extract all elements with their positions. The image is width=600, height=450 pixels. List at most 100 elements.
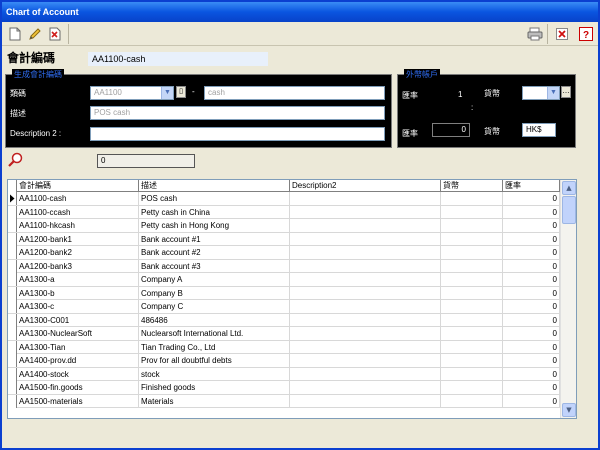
cell-description[interactable]: Finished goods: [139, 381, 290, 394]
col-header-rate[interactable]: 匯率: [503, 180, 560, 192]
currency-combo[interactable]: ▼: [522, 86, 560, 100]
cell-currency[interactable]: [441, 327, 503, 340]
row-indicator[interactable]: [8, 286, 17, 300]
cell-account-code[interactable]: AA1100-cash: [17, 192, 139, 205]
cell-rate[interactable]: 0: [503, 205, 560, 219]
cell-account-code[interactable]: AA1200-bank1: [17, 232, 139, 246]
cell-description[interactable]: Company A: [139, 273, 290, 286]
cell-rate[interactable]: 0: [503, 327, 560, 340]
col-header-description2[interactable]: Description2: [290, 180, 441, 192]
pencil-icon[interactable]: [26, 25, 44, 43]
close-icon[interactable]: [553, 25, 571, 43]
cell-account-code[interactable]: AA1300-C001: [17, 313, 139, 327]
new-document-icon[interactable]: [6, 25, 24, 43]
cell-description[interactable]: Bank account #1: [139, 232, 290, 246]
cell-rate[interactable]: 0: [503, 219, 560, 232]
table-row[interactable]: AA1200-bank1 Bank account #1 0: [8, 232, 560, 246]
cell-description[interactable]: Bank account #2: [139, 246, 290, 259]
cell-account-code[interactable]: AA1100-hkcash: [17, 219, 139, 232]
row-indicator[interactable]: [8, 367, 17, 381]
print-icon[interactable]: [526, 25, 544, 43]
cell-description[interactable]: Materials: [139, 394, 290, 408]
row-indicator[interactable]: [8, 327, 17, 340]
cell-description[interactable]: Nuclearsoft International Ltd.: [139, 327, 290, 340]
cell-description[interactable]: POS cash: [139, 192, 290, 205]
scroll-down-icon[interactable]: ▼: [562, 403, 576, 417]
cell-rate[interactable]: 0: [503, 313, 560, 327]
row-indicator[interactable]: [8, 394, 17, 408]
cell-account-code[interactable]: AA1300-b: [17, 286, 139, 300]
table-row[interactable]: AA1100-ccash Petty cash in China 0: [8, 205, 560, 219]
table-row[interactable]: AA1500-materials Materials 0: [8, 394, 560, 408]
currency-browse-button[interactable]: …: [561, 86, 571, 98]
cell-description[interactable]: Company C: [139, 300, 290, 313]
cell-rate[interactable]: 0: [503, 394, 560, 408]
cell-description2[interactable]: [290, 313, 441, 327]
cell-account-code[interactable]: AA1300-a: [17, 273, 139, 286]
scroll-up-icon[interactable]: ▲: [562, 181, 576, 195]
table-row[interactable]: AA1300-Tian Tian Trading Co., Ltd 0: [8, 340, 560, 354]
cell-description[interactable]: Tian Trading Co., Ltd: [139, 340, 290, 354]
cell-description[interactable]: Company B: [139, 286, 290, 300]
chevron-down-icon[interactable]: ▼: [161, 87, 173, 99]
table-row[interactable]: AA1200-bank2 Bank account #2 0: [8, 246, 560, 260]
cell-description2[interactable]: [290, 192, 441, 205]
cell-description[interactable]: Petty cash in China: [139, 205, 290, 219]
cell-account-code[interactable]: AA1500-fin.goods: [17, 381, 139, 394]
cell-currency[interactable]: [441, 259, 503, 273]
current-row-indicator-icon[interactable]: [8, 192, 17, 205]
scroll-thumb[interactable]: [562, 196, 576, 224]
col-header-currency[interactable]: 貨幣: [441, 180, 503, 192]
table-row[interactable]: AA1400-stock stock 0: [8, 367, 560, 381]
cell-rate[interactable]: 0: [503, 273, 560, 286]
cell-rate[interactable]: 0: [503, 259, 560, 273]
browse-button[interactable]: ▯: [176, 86, 186, 98]
cell-description2[interactable]: [290, 394, 441, 408]
cell-rate[interactable]: 0: [503, 354, 560, 367]
cell-description[interactable]: Bank account #3: [139, 259, 290, 273]
cell-description2[interactable]: [290, 381, 441, 394]
cell-description[interactable]: 486486: [139, 313, 290, 327]
row-indicator[interactable]: [8, 300, 17, 313]
help-icon[interactable]: ?: [577, 25, 595, 43]
cell-currency[interactable]: [441, 205, 503, 219]
table-row[interactable]: AA1500-fin.goods Finished goods 0: [8, 381, 560, 395]
description2-field[interactable]: [90, 127, 385, 141]
vertical-scrollbar[interactable]: ▲ ▼: [560, 180, 576, 418]
cell-description2[interactable]: [290, 246, 441, 259]
currency-field[interactable]: HK$: [522, 123, 556, 137]
row-indicator[interactable]: [8, 259, 17, 273]
table-row[interactable]: AA1300-C001 486486 0: [8, 313, 560, 327]
cell-account-code[interactable]: AA1100-ccash: [17, 205, 139, 219]
col-header-account-code[interactable]: 會計編碼: [17, 180, 139, 192]
row-indicator[interactable]: [8, 205, 17, 219]
cell-description2[interactable]: [290, 327, 441, 340]
cell-account-code[interactable]: AA1500-materials: [17, 394, 139, 408]
table-row[interactable]: AA1100-hkcash Petty cash in Hong Kong 0: [8, 219, 560, 233]
cell-description2[interactable]: [290, 286, 441, 300]
table-row[interactable]: AA1300-c Company C 0: [8, 300, 560, 314]
cell-description2[interactable]: [290, 259, 441, 273]
row-indicator[interactable]: [8, 313, 17, 327]
search-input[interactable]: 0: [97, 154, 195, 168]
cell-currency[interactable]: [441, 246, 503, 259]
cell-currency[interactable]: [441, 219, 503, 232]
cell-description2[interactable]: [290, 367, 441, 381]
table-row[interactable]: AA1200-bank3 Bank account #3 0: [8, 259, 560, 273]
row-indicator[interactable]: [8, 354, 17, 367]
cell-rate[interactable]: 0: [503, 232, 560, 246]
cell-currency[interactable]: [441, 381, 503, 394]
cell-currency[interactable]: [441, 313, 503, 327]
table-row[interactable]: AA1400-prov.dd Prov for all doubtful debt…: [8, 354, 560, 368]
cell-rate[interactable]: 0: [503, 300, 560, 313]
cell-currency[interactable]: [441, 300, 503, 313]
suffix-field[interactable]: cash: [204, 86, 385, 100]
cell-currency[interactable]: [441, 394, 503, 408]
col-header-description[interactable]: 描述: [139, 180, 290, 192]
row-indicator[interactable]: [8, 273, 17, 286]
chevron-down-icon[interactable]: ▼: [547, 87, 559, 99]
delete-icon[interactable]: [46, 25, 64, 43]
cell-currency[interactable]: [441, 367, 503, 381]
cell-rate[interactable]: 0: [503, 367, 560, 381]
type-combo[interactable]: AA1100 ▼: [90, 86, 174, 100]
